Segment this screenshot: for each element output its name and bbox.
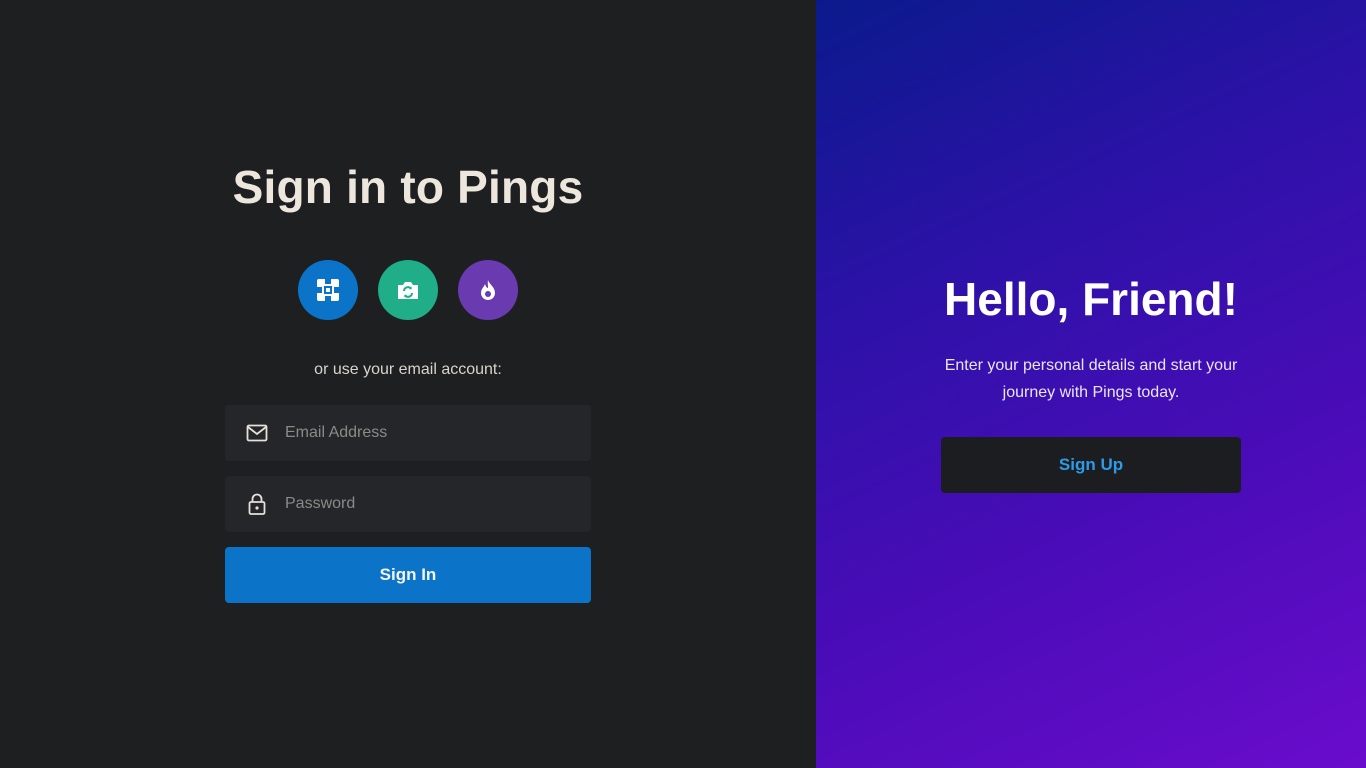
sign-in-button[interactable]: Sign In [225, 547, 591, 603]
login-page: Sign in to Pings or use your email accou… [0, 0, 1366, 768]
social-login-camera-button[interactable] [378, 260, 438, 320]
sign-up-description: Enter your personal details and start yo… [944, 357, 1238, 401]
camera-icon [395, 277, 421, 303]
flame-icon [475, 277, 501, 303]
sign-up-title: Hello, Friend! [944, 273, 1238, 325]
puzzle-icon [315, 277, 341, 303]
email-input[interactable] [285, 424, 565, 442]
social-login-group [298, 260, 518, 320]
sign-up-button[interactable]: Sign Up [941, 437, 1241, 493]
email-field[interactable] [225, 405, 591, 461]
lock-icon [246, 493, 268, 515]
email-divider-text: or use your email account: [314, 361, 502, 378]
sign-in-title: Sign in to Pings [232, 161, 584, 213]
password-input[interactable] [285, 495, 565, 513]
sign-up-panel: Hello, Friend! Enter your personal detai… [816, 0, 1366, 768]
social-login-puzzle-button[interactable] [298, 260, 358, 320]
password-field[interactable] [225, 476, 591, 532]
social-login-flame-button[interactable] [458, 260, 518, 320]
mail-icon [246, 422, 268, 444]
sign-in-panel: Sign in to Pings or use your email accou… [0, 0, 816, 768]
